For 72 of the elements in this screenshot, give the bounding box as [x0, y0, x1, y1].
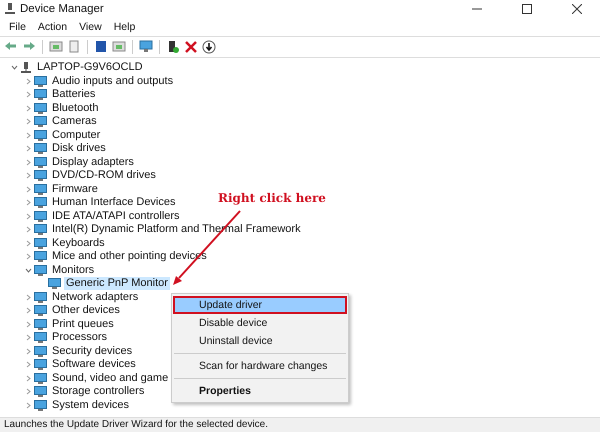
- device-icon: [34, 102, 47, 114]
- device-icon: [34, 210, 47, 222]
- device-icon: [34, 130, 47, 141]
- device-icon: [34, 197, 47, 208]
- menu-item[interactable]: Disable device: [173, 314, 347, 332]
- device-icon: [34, 386, 47, 398]
- device-icon: [34, 76, 47, 87]
- device-icon: [34, 346, 47, 357]
- tree-item[interactable]: Batteries: [50, 88, 98, 102]
- device-icon: [34, 116, 47, 128]
- close-icon[interactable]: [572, 4, 582, 14]
- tree-item[interactable]: Keyboards: [50, 236, 107, 250]
- tree-item[interactable]: Processors: [50, 331, 110, 344]
- menu-item[interactable]: Scan for hardware changes: [173, 357, 347, 375]
- status-text: Launches the Update Driver Wizard for the selected device.: [0, 417, 600, 432]
- tree-item[interactable]: Firmware: [50, 182, 100, 196]
- tree-item[interactable]: System devices: [50, 398, 132, 412]
- device-icon: [34, 89, 47, 100]
- device-icon: [34, 292, 47, 303]
- device-icon: [34, 264, 47, 276]
- device-icon: [34, 251, 47, 262]
- device-icon: [34, 170, 47, 182]
- tree-item[interactable]: Bluetooth: [50, 102, 100, 115]
- tree-item[interactable]: Cameras: [50, 115, 99, 128]
- driver-icon[interactable]: [166, 40, 180, 54]
- device-icon: [34, 184, 47, 195]
- delete-icon[interactable]: [184, 40, 198, 54]
- app-icon: [4, 3, 16, 15]
- tree-item[interactable]: Other devices: [50, 304, 122, 318]
- menu-item[interactable]: Properties: [173, 382, 347, 400]
- tree-item[interactable]: DVD/CD-ROM drives: [50, 169, 158, 182]
- tree-item[interactable]: Human Interface Devices: [50, 196, 178, 210]
- tree-item[interactable]: Computer: [50, 128, 102, 142]
- menu-item[interactable]: File: [4, 20, 31, 34]
- tree-item[interactable]: Storage controllers: [50, 385, 146, 398]
- tree-item[interactable]: Disk drives: [50, 142, 108, 156]
- tree-item[interactable]: Security devices: [50, 344, 134, 358]
- device-icon: [34, 143, 47, 154]
- menu-item[interactable]: Action: [32, 20, 72, 34]
- tree-item[interactable]: Sound, video and game: [50, 372, 170, 385]
- device-icon: [34, 156, 47, 168]
- device-icon: [34, 359, 47, 370]
- device-icon: [34, 332, 47, 344]
- window-icon[interactable]: [112, 40, 126, 54]
- download-icon[interactable]: [202, 40, 216, 54]
- menu-item[interactable]: Update driver: [173, 296, 347, 314]
- computer-icon: [20, 62, 32, 74]
- device-icon: [48, 278, 61, 290]
- tree-item[interactable]: LAPTOP-G9V6OCLD: [35, 61, 145, 74]
- device-icon: [34, 372, 47, 384]
- device-icon: [34, 238, 47, 249]
- device-icon: [34, 318, 47, 330]
- annotation-text: Right click here: [218, 191, 326, 205]
- tree-item[interactable]: IDE ATA/ATAPI controllers: [50, 210, 182, 223]
- maximize-icon[interactable]: [522, 4, 532, 14]
- tree-item[interactable]: Network adapters: [50, 290, 140, 304]
- tree-item[interactable]: Display adapters: [50, 156, 136, 169]
- window-icon[interactable]: [49, 40, 63, 54]
- tree-item[interactable]: Monitors: [50, 264, 96, 277]
- monitor-icon[interactable]: [139, 40, 153, 54]
- tree-item[interactable]: Generic PnP Monitor: [64, 277, 170, 290]
- device-icon: [34, 400, 47, 411]
- device-icon: [34, 224, 47, 236]
- window-title: Device Manager: [20, 3, 104, 15]
- menu-item[interactable]: Uninstall device: [173, 332, 347, 350]
- tree-item[interactable]: Print queues: [50, 318, 116, 331]
- menu-item[interactable]: Help: [108, 20, 140, 34]
- document-icon[interactable]: [67, 40, 81, 54]
- menu-item[interactable]: View: [74, 20, 107, 34]
- tree-item[interactable]: Audio inputs and outputs: [50, 74, 176, 88]
- tree-item[interactable]: Software devices: [50, 358, 138, 372]
- device-icon: [34, 305, 47, 316]
